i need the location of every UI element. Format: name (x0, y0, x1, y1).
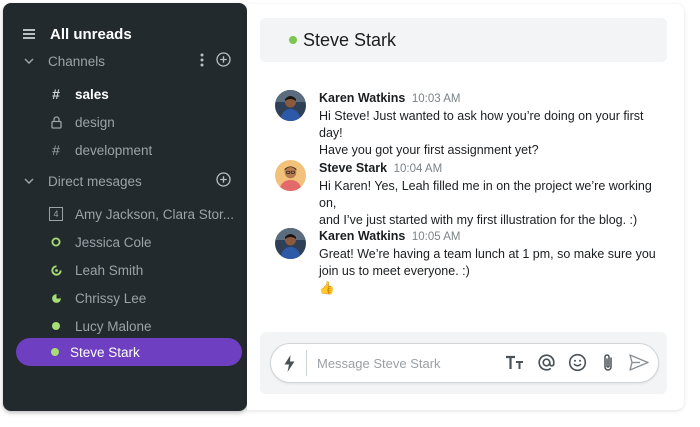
composer-area (260, 332, 667, 394)
message-author[interactable]: Karen Watkins (319, 91, 405, 105)
sidebar-item-development[interactable]: # development (49, 139, 239, 161)
message-author[interactable]: Karen Watkins (319, 229, 405, 243)
more-options-icon[interactable] (200, 53, 204, 70)
status-ring-icon (49, 235, 63, 249)
sidebar-item-steve-stark[interactable]: Steve Stark (16, 338, 242, 366)
add-direct-message-icon[interactable] (216, 172, 231, 190)
message-text: Hi Steve! Just wanted to ask how you’re … (319, 108, 659, 159)
message-composer (270, 343, 659, 383)
chat-title[interactable]: Steve Stark (303, 30, 396, 51)
status-online-icon (51, 348, 59, 356)
dm-label: Chrissy Lee (75, 290, 147, 306)
channel-label: development (75, 142, 153, 158)
lightning-bolt-icon[interactable] (273, 350, 307, 376)
status-pie-icon (49, 291, 63, 305)
status-partial-icon (49, 263, 63, 277)
chevron-down-icon[interactable] (23, 175, 35, 187)
chat-panel: Steve Stark Karen Watkins 10:03 AM Hi St… (247, 4, 684, 410)
status-online-icon (49, 319, 63, 333)
group-count-badge: 4 (49, 207, 63, 221)
dm-label: Leah Smith (75, 262, 144, 278)
status-online-icon (289, 36, 297, 44)
sidebar-item-group-dm[interactable]: 4 Amy Jackson, Clara Stor... (49, 203, 239, 225)
message-time: 10:03 AM (411, 93, 461, 105)
dm-label: Amy Jackson, Clara Stor... (75, 206, 235, 222)
message-line: Hi Steve! Just wanted to ask how you’re … (319, 109, 644, 140)
message-author[interactable]: Steve Stark (319, 161, 387, 175)
message-time: 10:04 AM (393, 163, 443, 175)
dm-label: Lucy Malone (75, 318, 152, 334)
message-line: Have you got your first assignment yet? (319, 143, 539, 157)
message-text: Hi Karen! Yes, Leah filled me in on the … (319, 178, 659, 229)
avatar[interactable] (275, 228, 306, 259)
message-time: 10:05 AM (411, 231, 461, 243)
all-unreads-label[interactable]: All unreads (50, 26, 132, 43)
chat-header: Steve Stark (260, 18, 667, 62)
message-line: Great! We’re having a team lunch at 1 pm… (319, 247, 656, 261)
text-format-icon[interactable] (504, 352, 526, 374)
sidebar-item-sales[interactable]: # sales (49, 83, 239, 105)
sidebar-header[interactable]: All unreads (23, 23, 132, 45)
lock-icon (49, 115, 63, 129)
sidebar-item-lucy-malone[interactable]: Lucy Malone (49, 315, 239, 337)
channel-label: design (75, 114, 115, 130)
send-icon[interactable] (628, 352, 650, 374)
hash-icon: # (52, 142, 60, 158)
message-text: Great! We’re having a team lunch at 1 pm… (319, 246, 659, 297)
add-channel-icon[interactable] (216, 52, 231, 70)
group-count-icon: 4 (49, 207, 63, 221)
channels-label: Channels (48, 53, 106, 69)
avatar[interactable] (275, 90, 306, 121)
message-line: Hi Karen! Yes, Leah filled me in on the … (319, 179, 652, 210)
thumbs-up-emoji: 👍 (319, 281, 335, 295)
attachment-icon[interactable] (597, 352, 619, 374)
sidebar-item-design[interactable]: design (49, 111, 239, 133)
mention-icon[interactable] (535, 352, 557, 374)
dm-label: Jessica Cole (75, 234, 152, 250)
dm-label: Steve Stark (70, 344, 140, 360)
message-line: and I’ve just started with my first illu… (319, 213, 638, 227)
emoji-icon[interactable] (566, 352, 588, 374)
direct-messages-label: Direct mesages (48, 173, 142, 189)
channel-label: sales (75, 86, 109, 102)
direct-messages-section-header[interactable]: Direct mesages (23, 171, 243, 191)
menu-icon[interactable] (23, 29, 35, 39)
sidebar-item-jessica-cole[interactable]: Jessica Cole (49, 231, 239, 253)
channels-section-header[interactable]: Channels (23, 51, 243, 71)
avatar[interactable] (275, 160, 306, 191)
sidebar-item-leah-smith[interactable]: Leah Smith (49, 259, 239, 281)
message-input[interactable] (317, 355, 497, 371)
chevron-down-icon[interactable] (23, 55, 35, 67)
message-line: join us to meet everyone. :) (319, 264, 470, 278)
hash-icon: # (52, 86, 60, 102)
sidebar-item-chrissy-lee[interactable]: Chrissy Lee (49, 287, 239, 309)
